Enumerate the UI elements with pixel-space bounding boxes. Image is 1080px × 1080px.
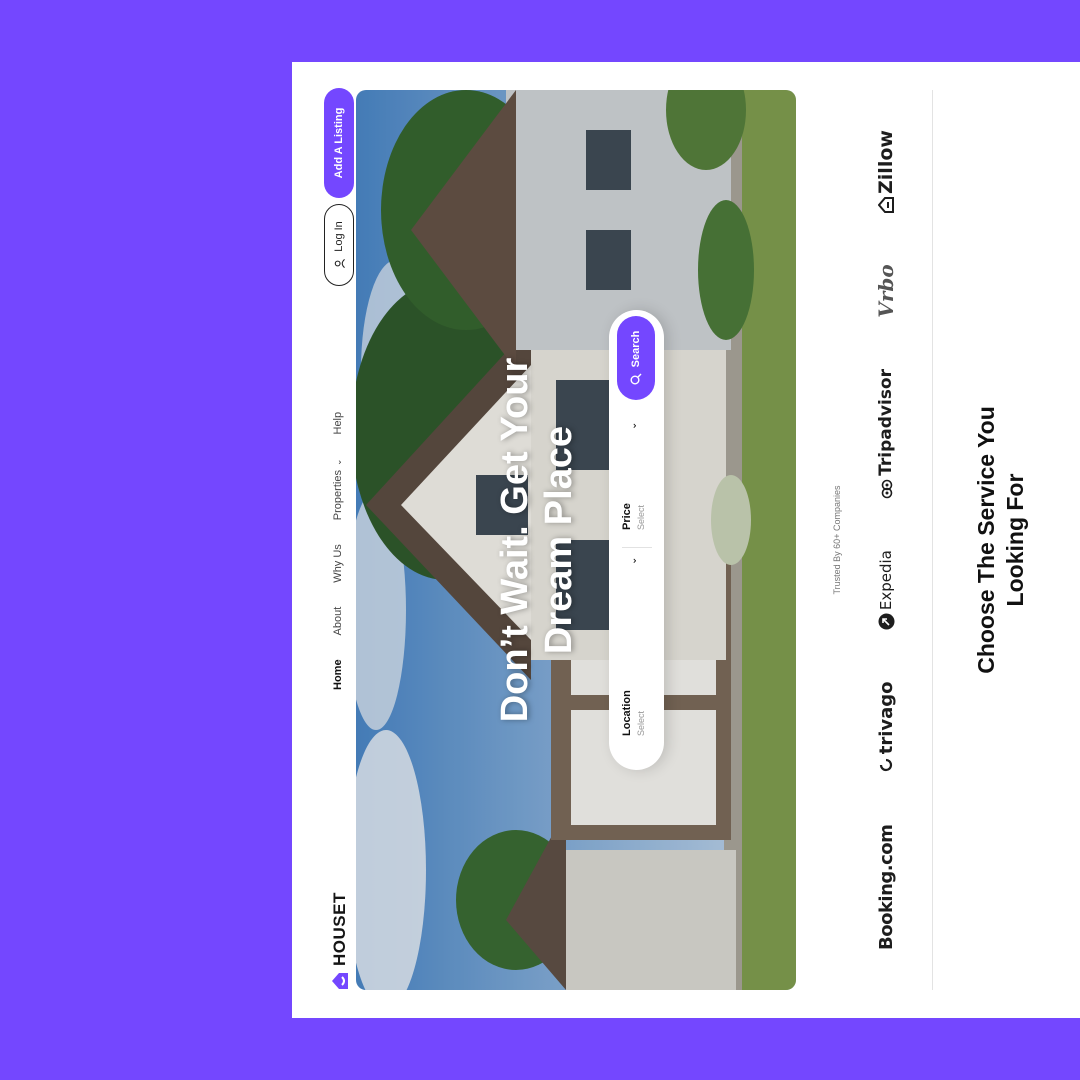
- brand-logo-booking: Booking.com: [875, 824, 897, 950]
- search-bar: Location Select ⌄ Price Select ⌄ Search: [609, 310, 664, 770]
- main-menu: Home About Why Us Properties ⌄ Help: [332, 412, 344, 690]
- login-label: Log In: [333, 221, 345, 252]
- search-button[interactable]: Search: [617, 316, 655, 400]
- brand-logo-expedia: Expedia: [877, 550, 895, 630]
- trusted-caption: Trusted By 60+ Companies: [832, 485, 842, 595]
- field-divider: [622, 547, 652, 548]
- chevron-down-icon: ⌄: [333, 458, 343, 467]
- services-heading-line1: Choose The Service You: [973, 406, 999, 674]
- nav-item-home[interactable]: Home: [332, 659, 344, 690]
- expedia-mark-icon: [878, 613, 894, 630]
- brand-logo-expedia-text: Expedia: [877, 550, 895, 611]
- price-field[interactable]: Price Select: [621, 503, 646, 530]
- services-heading: Choose The Service You Looking For: [972, 62, 1030, 1018]
- brand-logo-trivago-text: trivago: [875, 681, 897, 755]
- zillow-mark-icon: [878, 196, 894, 213]
- tripadvisor-owl-icon: [881, 479, 893, 499]
- chevron-down-icon[interactable]: ⌄: [628, 422, 639, 430]
- brand-logo-zillow: Zillow: [875, 130, 897, 213]
- login-button[interactable]: Log In: [324, 204, 354, 286]
- brand-logo-zillow-text: Zillow: [875, 130, 897, 194]
- page-frame: HOUSET Home About Why Us Properties ⌄ Hel…: [292, 62, 1080, 1018]
- add-listing-button[interactable]: Add A Listing: [324, 88, 354, 198]
- location-field[interactable]: Location Select: [621, 690, 646, 736]
- location-label: Location: [621, 690, 633, 736]
- brand-name: HOUSET: [330, 892, 349, 966]
- hero-headline-line2: Dream Place: [537, 425, 580, 655]
- services-heading-line2: Looking For: [1001, 473, 1028, 607]
- nav-item-why-us[interactable]: Why Us: [332, 544, 344, 583]
- search-button-label: Search: [630, 330, 642, 368]
- nav-item-properties[interactable]: Properties ⌄: [332, 459, 344, 521]
- user-icon: [334, 258, 345, 268]
- brand-logo-trivago: trivago: [876, 681, 897, 773]
- hero-banner: Don’t Wait. Get Your Dream Place Locatio…: [356, 90, 796, 990]
- trusted-companies: Trusted By 60+ Companies Booking.com tri…: [832, 90, 952, 990]
- brand-logo-tripadvisor: Tripadvisor: [876, 369, 896, 499]
- house-logo-icon: [332, 973, 348, 989]
- website-page: HOUSET Home About Why Us Properties ⌄ Hel…: [292, 62, 1080, 1018]
- hero-headline-line1: Don’t Wait. Get Your: [494, 357, 536, 723]
- brand-logo-vrbo: Vrbo: [874, 264, 898, 318]
- brand-logo[interactable]: HOUSET: [330, 892, 350, 990]
- brand-logo-tripadvisor-text: Tripadvisor: [876, 369, 896, 476]
- search-icon: [630, 373, 642, 385]
- nav-item-about[interactable]: About: [332, 607, 344, 636]
- hero-headline: Don’t Wait. Get Your Dream Place: [494, 90, 581, 990]
- trivago-mark-icon: [879, 759, 893, 772]
- nav-item-properties-label: Properties: [332, 470, 344, 521]
- section-divider: [932, 90, 933, 990]
- price-label: Price: [621, 503, 633, 530]
- location-value: Select: [636, 710, 646, 736]
- price-value: Select: [636, 504, 646, 530]
- brand-logo-row: Booking.com trivago Expedia Tripadvisor …: [866, 130, 906, 950]
- nav-item-help[interactable]: Help: [332, 412, 344, 435]
- chevron-down-icon[interactable]: ⌄: [628, 557, 639, 565]
